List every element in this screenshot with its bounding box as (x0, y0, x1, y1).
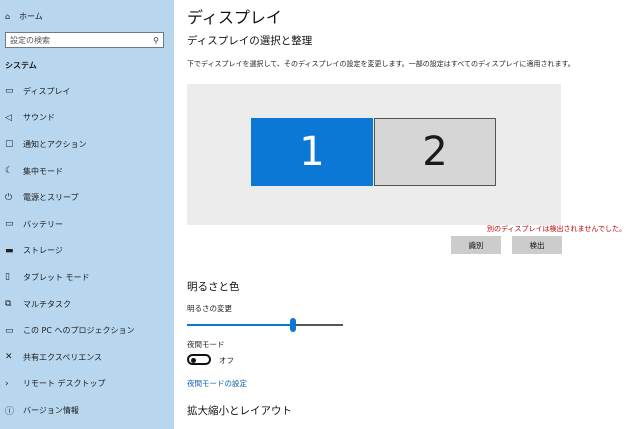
sidebar-item-battery[interactable]: ▭ バッテリー (0, 211, 174, 238)
slider-fill (187, 324, 294, 326)
night-light-toggle[interactable] (187, 354, 211, 365)
night-light-state: オフ (219, 356, 234, 365)
sidebar-nav: ▭ ディスプレイ ◁ サウンド ▢ 通知とアクション ☾ 集中モード ⏻ 電源とスリープ … (0, 78, 174, 424)
sidebar-item-sound[interactable]: ◁ サウンド (0, 105, 174, 132)
notification-icon: ▢ (5, 139, 14, 150)
display-arrangement: 1 2 (187, 84, 561, 225)
arrange-heading: ディスプレイの選択と整理 (187, 35, 313, 47)
sidebar-item-label: 集中モード (23, 166, 63, 176)
sidebar-item-label: この PC へのプロジェクション (23, 326, 135, 336)
sidebar-item-notifications[interactable]: ▢ 通知とアクション (0, 131, 174, 158)
sidebar-item-display[interactable]: ▭ ディスプレイ (0, 78, 174, 105)
sidebar-item-projection[interactable]: ▭ この PC へのプロジェクション (0, 317, 174, 344)
home-nav[interactable]: ⌂ ホーム (5, 8, 43, 24)
home-icon: ⌂ (5, 11, 11, 21)
sidebar-item-about[interactable]: ⓘ バージョン情報 (0, 397, 174, 424)
sidebar-item-label: 電源とスリープ (23, 193, 79, 203)
scale-layout-heading: 拡大縮小とレイアウト (187, 405, 292, 417)
sidebar-item-multitasking[interactable]: ⧉ マルチタスク (0, 291, 174, 318)
arrange-description: 下でディスプレイを選択して、そのディスプレイの設定を変更します。一部の設定はすべ… (187, 60, 575, 68)
detection-error: 別のディスプレイは検出されませんでした。 (487, 225, 626, 233)
shared-experience-icon: ✕ (5, 352, 13, 363)
moon-icon: ☾ (5, 166, 14, 177)
section-label: システム (5, 61, 37, 70)
remote-desktop-icon: › (5, 378, 9, 389)
detect-button[interactable]: 検出 (512, 236, 562, 254)
sidebar-item-label: タブレット モード (23, 272, 90, 282)
monitor-2[interactable]: 2 (374, 118, 496, 186)
battery-icon: ▭ (5, 219, 14, 230)
slider-thumb[interactable] (290, 318, 297, 332)
search-icon[interactable]: ⚲ (149, 36, 163, 45)
multitask-icon: ⧉ (5, 299, 12, 310)
power-icon: ⏻ (5, 192, 13, 203)
info-icon: ⓘ (5, 406, 15, 417)
brightness-label: 明るさの変更 (187, 304, 232, 313)
search-box[interactable]: ⚲ (5, 32, 164, 48)
sidebar-item-label: バージョン情報 (23, 405, 79, 415)
sidebar: ⌂ ホーム ⚲ システム ▭ ディスプレイ ◁ サウンド ▢ 通知とアクション ☾ 集中… (0, 0, 174, 429)
sidebar-item-power[interactable]: ⏻ 電源とスリープ (0, 184, 174, 211)
sidebar-item-storage[interactable]: ▬ ストレージ (0, 238, 174, 265)
storage-icon: ▬ (5, 245, 14, 256)
tablet-icon: ▯ (5, 272, 10, 283)
page-title: ディスプレイ (187, 8, 282, 27)
night-light-settings-link[interactable]: 夜間モードの設定 (187, 378, 247, 389)
brightness-slider[interactable] (187, 317, 343, 333)
speaker-icon: ◁ (5, 112, 12, 123)
sidebar-item-label: 共有エクスペリエンス (23, 352, 103, 362)
search-input[interactable] (6, 35, 140, 45)
sidebar-item-label: リモート デスクトップ (23, 379, 106, 389)
night-light-label: 夜間モード (187, 340, 225, 349)
main-content: ディスプレイ ディスプレイの選択と整理 下でディスプレイを選択して、そのディスプ… (187, 0, 640, 429)
identify-button[interactable]: 識別 (451, 236, 501, 254)
sidebar-item-tablet[interactable]: ▯ タブレット モード (0, 264, 174, 291)
sidebar-item-label: ストレージ (23, 246, 63, 256)
sidebar-item-shared[interactable]: ✕ 共有エクスペリエンス (0, 344, 174, 371)
sidebar-item-remote-desktop[interactable]: › リモート デスクトップ (0, 371, 174, 398)
sidebar-item-label: サウンド (23, 113, 55, 123)
monitor-1[interactable]: 1 (251, 118, 373, 186)
sidebar-item-focus[interactable]: ☾ 集中モード (0, 158, 174, 185)
sidebar-item-label: マルチタスク (23, 299, 71, 309)
projection-icon: ▭ (5, 325, 14, 336)
sidebar-item-label: 通知とアクション (23, 139, 87, 149)
brightness-color-heading: 明るさと色 (187, 281, 240, 293)
sidebar-item-label: バッテリー (23, 219, 63, 229)
toggle-knob (191, 357, 196, 363)
monitor-icon: ▭ (5, 86, 14, 97)
sidebar-item-label: ディスプレイ (23, 86, 71, 96)
home-label: ホーム (19, 11, 43, 21)
